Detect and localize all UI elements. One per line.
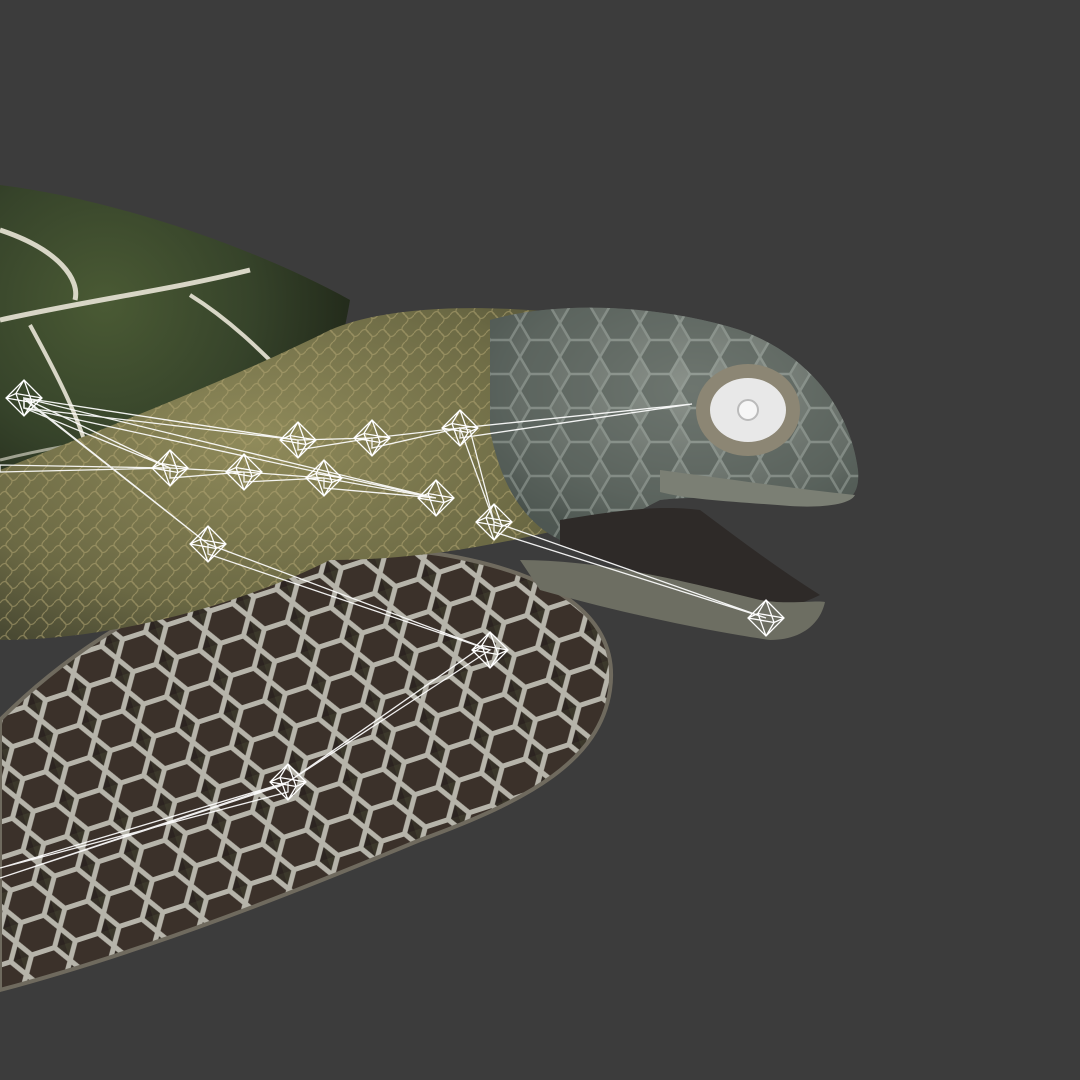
3d-viewport[interactable] [0, 0, 1080, 1080]
scene-canvas[interactable] [0, 0, 1080, 1080]
turtle-head [490, 307, 859, 640]
